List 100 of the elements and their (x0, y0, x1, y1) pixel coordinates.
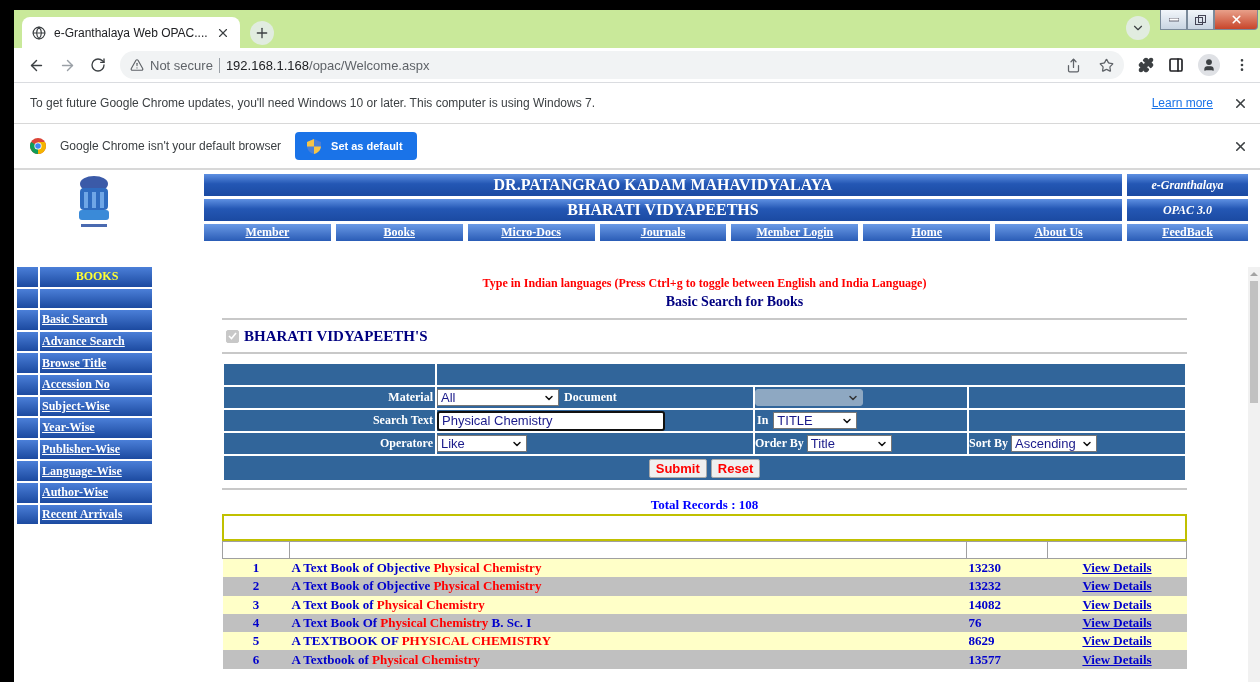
scrollbar-thumb[interactable] (1250, 281, 1258, 403)
nav-link[interactable]: Member (204, 224, 331, 241)
sidebar-link[interactable]: Year-Wise (40, 418, 152, 438)
address-bar[interactable]: Not secure 192.168.1.168/opac/Welcome.aspx (120, 51, 1124, 79)
sidebar-link[interactable]: Recent Arrivals (40, 504, 152, 525)
learn-more-link[interactable]: Learn more (1151, 96, 1213, 110)
restore-icon (1195, 14, 1206, 25)
tab-search-button[interactable] (1126, 16, 1150, 40)
globe-icon (32, 25, 46, 40)
view-details-link[interactable]: View Details (1082, 560, 1152, 576)
row-number: 5 (222, 632, 290, 651)
row-number: 1 (222, 558, 290, 578)
sidebar-marker (17, 331, 38, 352)
browser-tab[interactable]: e-Granthalaya Web OPAC.... (22, 17, 240, 48)
nav-link[interactable]: About Us (995, 224, 1122, 241)
nav-link[interactable]: Member Login (731, 224, 859, 241)
view-details-link[interactable]: View Details (1082, 596, 1152, 612)
search-text-field[interactable]: Physical Chemistry (437, 410, 665, 431)
view-details-link[interactable]: View Details (1082, 578, 1152, 594)
sidebar-link[interactable]: Subject-Wise (40, 396, 152, 417)
brand-label: e-Granthalaya (1127, 174, 1248, 196)
extensions-button[interactable] (1138, 57, 1154, 73)
bookmark-star-button[interactable] (1099, 57, 1114, 73)
nav-link[interactable]: FeedBack (1127, 224, 1248, 241)
scrollbar[interactable] (1248, 267, 1260, 682)
search-heading: Basic Search for Books (664, 294, 805, 310)
security-label: Not secure (150, 57, 220, 73)
restore-button[interactable] (1187, 10, 1214, 30)
nav-link[interactable]: Journals (599, 224, 727, 241)
institution-title: BHARATI VIDYAPEETHS (204, 199, 1122, 221)
scroll-up-arrow-icon (1250, 271, 1258, 277)
row-number: 6 (222, 650, 290, 669)
sidebar-marker (17, 396, 38, 417)
shield-icon (307, 138, 322, 154)
material-dropdown[interactable]: All (437, 389, 559, 406)
plus-icon (254, 25, 270, 41)
side-panel-button[interactable] (1168, 57, 1184, 73)
reload-button[interactable] (90, 57, 106, 73)
language-notice: Type in Indian languages (Press Ctrl+g to toggle between English and India Language) (481, 276, 928, 291)
view-details-link[interactable]: View Details (1082, 615, 1152, 631)
sidebar-marker (17, 439, 38, 460)
chrome-logo-icon (30, 138, 46, 154)
profile-avatar[interactable] (1198, 54, 1220, 76)
search-in-dropdown[interactable]: TITLE (773, 412, 858, 429)
field-label: In (757, 413, 769, 428)
sort-by-dropdown[interactable]: Ascending (1011, 435, 1097, 452)
sidebar-link[interactable]: Accession No (40, 374, 152, 395)
update-message: To get future Google Chrome updates, you'll need Windows 10 or later. This computer is using Windows 7. (30, 96, 596, 110)
sidebar-marker (17, 353, 38, 373)
row-number: 2 (222, 577, 290, 596)
row-number: 3 (222, 595, 290, 614)
field-label: Material (388, 390, 433, 404)
nav-link[interactable]: Home (863, 224, 991, 241)
nav-link[interactable]: Micro-Docs (467, 224, 595, 241)
operator-dropdown[interactable]: Like (437, 435, 527, 452)
sidebar-link[interactable]: Author-Wise (40, 482, 152, 503)
sidebar-marker (17, 504, 38, 525)
nav-link[interactable]: Books (335, 224, 463, 241)
sidebar-link[interactable]: Browse Title (40, 353, 152, 373)
accession-number: 13230 (966, 558, 1048, 578)
view-details-link[interactable]: View Details (1082, 633, 1152, 649)
sidebar-link[interactable]: Basic Search (40, 310, 152, 330)
sidebar-marker (17, 482, 38, 503)
book-title: A TEXTBOOK OF PHYSICAL CHEMISTRY (289, 632, 967, 651)
order-by-dropdown[interactable]: Title (806, 435, 892, 452)
book-title: A Text Book of Objective Physical Chemistry (289, 558, 967, 578)
accession-number: 14082 (966, 595, 1048, 614)
version-label: OPAC 3.0 (1127, 199, 1248, 221)
college-title: DR.PATANGRAO KADAM MAHAVIDYALAYA (204, 174, 1122, 196)
book-title: A Textbook of Physical Chemistry (289, 650, 967, 669)
minimize-icon (1168, 17, 1179, 22)
sidebar-link[interactable]: Language-Wise (40, 461, 152, 481)
book-title: A Text Book of Physical Chemistry (289, 595, 967, 614)
submit-button[interactable]: Submit (648, 458, 707, 478)
table-header-cell (222, 541, 290, 559)
institution-label: BHARATI VIDYAPEETH'S (244, 327, 428, 345)
reset-button[interactable]: Reset (710, 458, 761, 478)
book-title: A Text Book Of Physical Chemistry B. Sc. I (289, 613, 967, 633)
sidebar-marker (17, 310, 38, 330)
new-tab-button[interactable] (250, 21, 274, 45)
sidebar-marker (17, 418, 38, 438)
set-default-button[interactable]: Set as default (295, 132, 417, 160)
book-title: A Text Book of Objective Physical Chemistry (289, 577, 967, 596)
field-label: Search Text (372, 413, 433, 427)
url-text: 192.168.1.168/opac/Welcome.aspx (225, 57, 430, 73)
sidebar-link[interactable]: Publisher-Wise (40, 439, 152, 460)
field-label: Sort By (969, 436, 1008, 451)
share-button[interactable] (1066, 57, 1081, 73)
sidebar-marker (17, 374, 38, 395)
close-icon (1229, 13, 1243, 26)
sidebar-marker (17, 267, 38, 287)
total-records: Total Records : 108 (649, 497, 760, 513)
default-browser-message: Google Chrome isn't your default browser (60, 139, 282, 153)
field-label: Order By (755, 436, 804, 451)
accession-number: 13232 (966, 577, 1048, 596)
sidebar-link[interactable]: Advance Search (40, 331, 152, 352)
view-details-link[interactable]: View Details (1082, 651, 1152, 667)
field-label: Operatore (379, 436, 433, 450)
accession-number: 76 (966, 613, 1048, 633)
sidebar-heading: BOOKS (40, 267, 152, 287)
